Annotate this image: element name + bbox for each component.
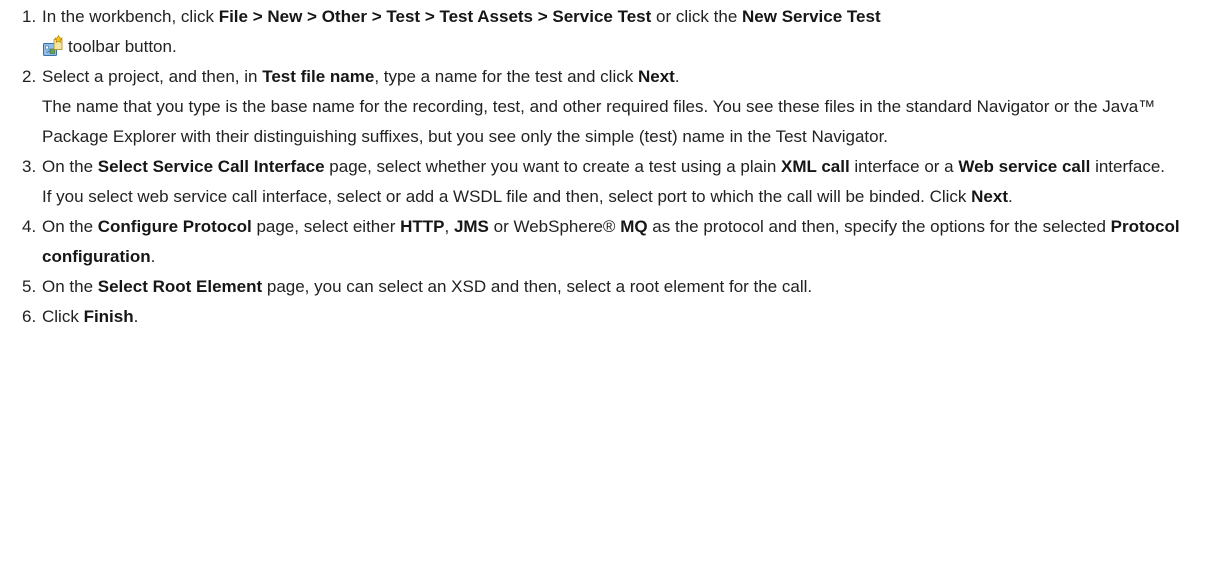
option-name: HTTP [400,217,445,236]
step-6: 6. Click Finish. [22,302,1200,332]
step-number: 1. [22,7,37,26]
step-text: as the protocol and then, specify the op… [647,217,1111,236]
step-content: On the Configure Protocol page, select e… [42,212,1200,272]
step-content: On the Select Service Call Interface pag… [42,152,1200,212]
step-note: The name that you type is the base name … [42,97,1156,146]
step-text: . [150,247,156,266]
step-content: Select a project, and then, in Test file… [42,62,1200,152]
step-text: On the [42,217,98,236]
step-text: or click the [651,7,743,26]
step-text: , type a name for the test and click [374,67,638,86]
option-name: XML call [781,157,850,176]
step-text: Select a project, and then, in [42,67,263,86]
menu-path: File > New > Other > Test > Test Assets … [218,7,652,26]
step-text: interface or a [849,157,959,176]
step-3: 3. On the Select Service Call Interface … [22,152,1200,212]
step-text: If you select web service call interface… [42,187,972,206]
steps-list: 1. In the workbench, click File > New > … [22,2,1200,332]
step-instruction: Select a project, and then, in Test file… [42,62,1200,92]
step-instruction: On the Select Service Call Interface pag… [42,152,1200,182]
step-text: . [133,307,139,326]
new-service-test-icon [42,34,64,57]
step-content: Click Finish. [42,302,1200,332]
page-name: Configure Protocol [97,217,252,236]
option-name: Web service call [958,157,1091,176]
step-content: In the workbench, click File > New > Oth… [42,2,1200,62]
step-text: In the workbench, click [42,7,219,26]
step-text: page, select whether you want to create … [324,157,782,176]
step-content: On the Select Root Element page, you can… [42,272,1200,302]
option-name: MQ [620,217,648,236]
step-text: On the [42,157,98,176]
step-note: If you select web service call interface… [42,182,1200,212]
step-number: 6. [22,307,37,326]
step-text: . [1008,187,1013,206]
step-2: 2. Select a project, and then, in Test f… [22,62,1200,152]
step-text: Click [42,307,84,326]
step-text: page, you can select an XSD and then, se… [262,277,813,296]
button-name: Next [637,67,675,86]
step-text: or WebSphere® [488,217,621,236]
button-name: Next [971,187,1009,206]
step-text: toolbar button. [68,37,177,56]
document: 1. In the workbench, click File > New > … [0,0,1212,567]
step-1: 1. In the workbench, click File > New > … [22,2,1200,62]
step-4: 4. On the Configure Protocol page, selec… [22,212,1200,272]
button-name: Finish [83,307,134,326]
field-name: Test file name [262,67,375,86]
step-number: 5. [22,277,37,296]
step-text: . [674,67,680,86]
page-name: Select Service Call Interface [97,157,325,176]
step-text: On the [42,277,98,296]
page-name: Select Root Element [97,277,263,296]
step-number: 2. [22,67,37,86]
option-name: JMS [453,217,489,236]
step-number: 3. [22,157,37,176]
step-5: 5. On the Select Root Element page, you … [22,272,1200,302]
step-text: page, select either [251,217,401,236]
step-text: , [444,217,454,236]
step-number: 4. [22,217,37,236]
step-text: interface. [1090,157,1165,176]
button-name: New Service Test [742,7,881,26]
